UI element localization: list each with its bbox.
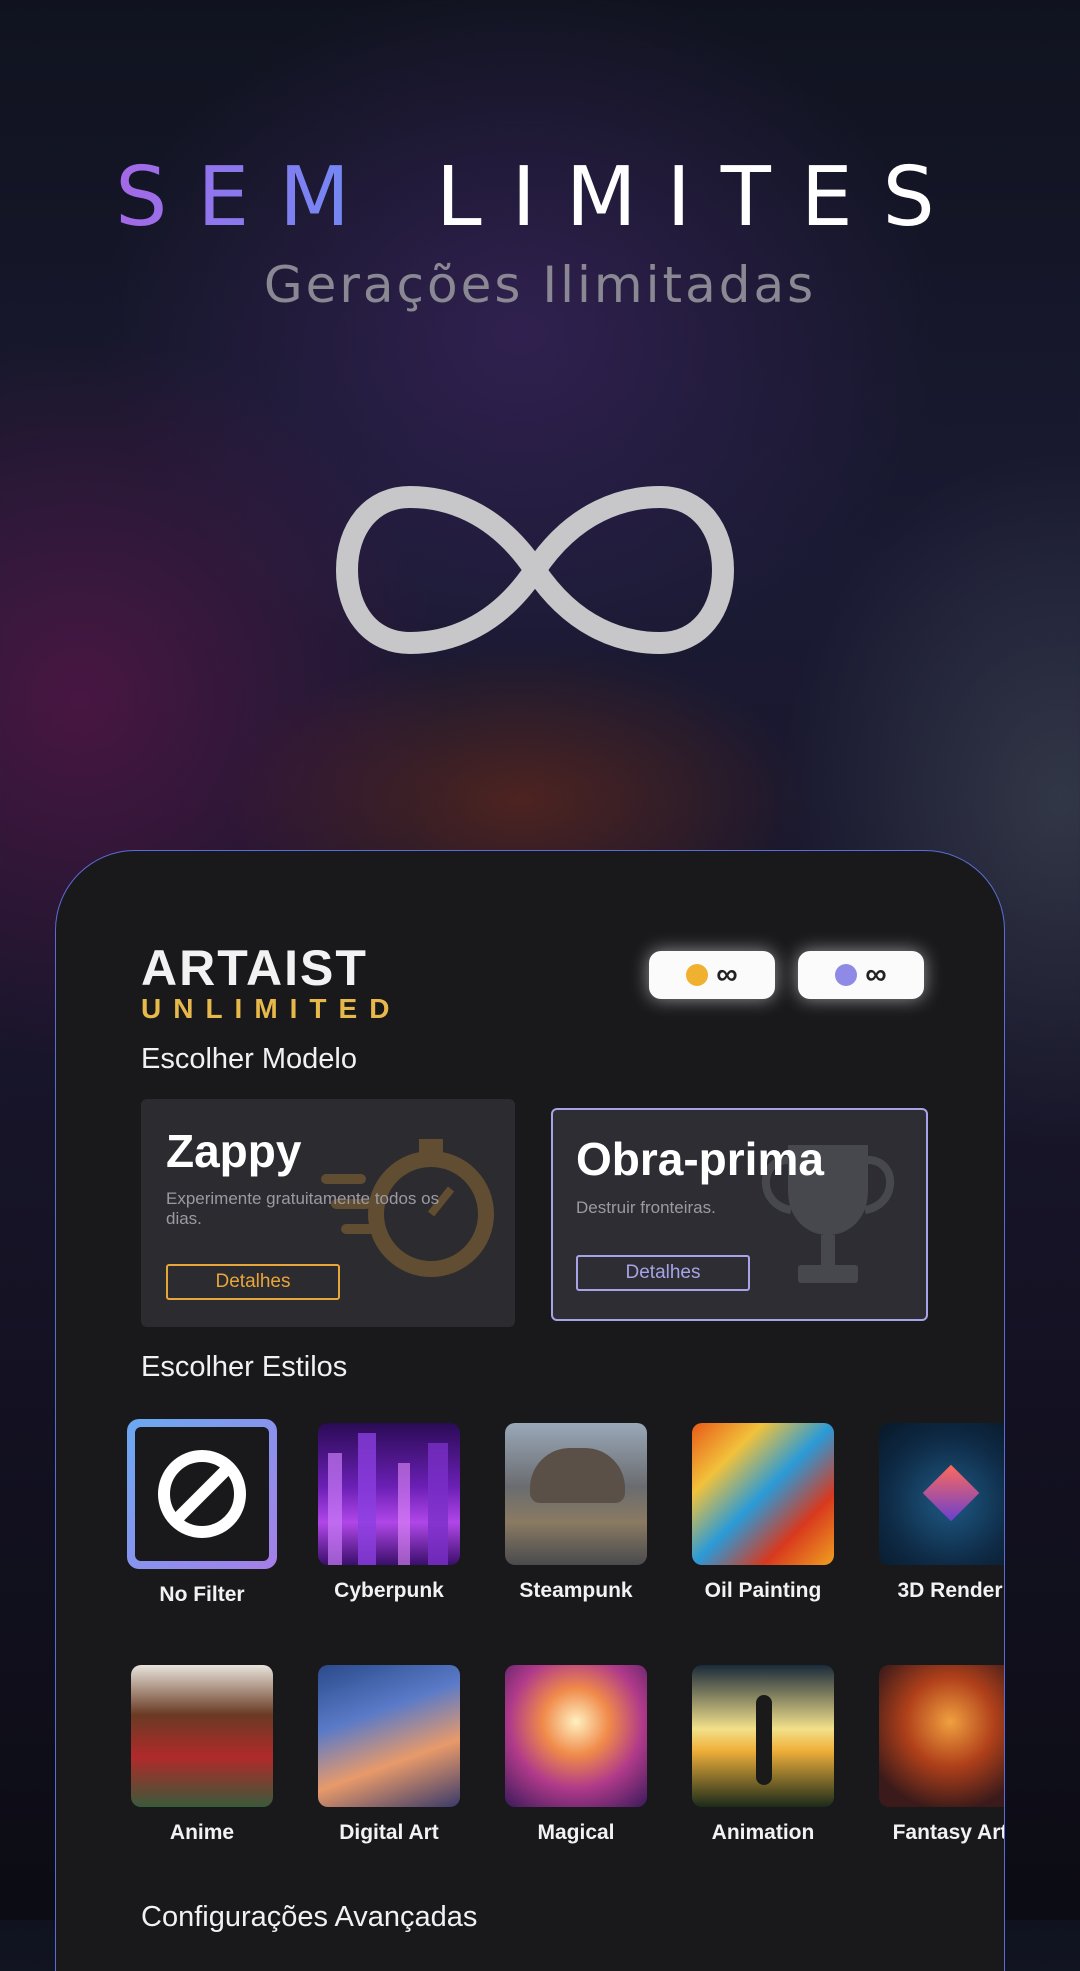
style-label: 3D Render xyxy=(897,1579,1003,1602)
oil-painting-thumbnail xyxy=(692,1423,834,1565)
choose-styles-title: Escolher Estilos xyxy=(141,1351,348,1383)
style-fantasy-art[interactable]: Fantasy Art xyxy=(875,1665,1005,1845)
style-anime[interactable]: Anime xyxy=(127,1665,277,1845)
model-name: Obra-prima xyxy=(576,1133,824,1185)
digital-art-thumbnail xyxy=(318,1665,460,1807)
style-3d-render[interactable]: 3D Render xyxy=(875,1423,1004,1603)
advanced-settings-title: Configurações Avançadas xyxy=(141,1901,478,1933)
style-label: Cyberpunk xyxy=(334,1579,444,1602)
style-steampunk[interactable]: Steampunk xyxy=(501,1423,651,1603)
app-panel: ARTAIST UNLIMITED ∞ ∞ Escolher Modelo Za… xyxy=(55,850,1005,1971)
anime-thumbnail xyxy=(131,1665,273,1807)
model-card-zappy[interactable]: Zappy Experimente gratuitamente todos os… xyxy=(141,1099,515,1327)
no-filter-icon xyxy=(158,1450,246,1538)
magical-thumbnail xyxy=(505,1665,647,1807)
3d-render-thumbnail xyxy=(879,1423,1004,1565)
zappy-details-button[interactable]: Detalhes xyxy=(166,1264,340,1300)
style-label: Anime xyxy=(169,1821,235,1844)
hero-title-rest: LIMITES xyxy=(435,150,965,245)
hero-subtitle: Gerações Ilimitadas xyxy=(263,256,817,314)
style-cyberpunk[interactable]: Cyberpunk xyxy=(314,1423,464,1603)
obra-prima-details-button[interactable]: Detalhes xyxy=(576,1255,750,1291)
steampunk-thumbnail xyxy=(505,1423,647,1565)
credit-pill-standard[interactable]: ∞ xyxy=(649,951,775,999)
logo-tagline: UNLIMITED xyxy=(141,993,402,1024)
style-magical[interactable]: Magical xyxy=(501,1665,651,1845)
style-oil-painting[interactable]: Oil Painting xyxy=(688,1423,838,1603)
style-label: Animation xyxy=(711,1821,815,1844)
credit-value: ∞ xyxy=(865,958,887,991)
model-name: Zappy xyxy=(166,1125,302,1177)
style-label: Magical xyxy=(537,1821,615,1844)
style-label: Fantasy Art xyxy=(892,1821,1005,1844)
style-animation[interactable]: Animation xyxy=(688,1665,838,1845)
model-description: Experimente gratuitamente todos os dias. xyxy=(166,1189,440,1228)
violet-coin-icon xyxy=(835,964,858,986)
style-label: Oil Painting xyxy=(704,1579,822,1602)
model-description: Destruir fronteiras. xyxy=(576,1198,716,1217)
animation-thumbnail xyxy=(692,1665,834,1807)
hero-title: SEM LIMITES xyxy=(0,150,1080,245)
gold-coin-icon xyxy=(686,964,709,986)
style-label: No Filter xyxy=(159,1583,245,1606)
fantasy-art-thumbnail xyxy=(879,1665,1004,1807)
app-logo: ARTAIST UNLIMITED xyxy=(141,939,401,1025)
infinity-icon xyxy=(335,485,735,655)
logo-wordmark: ARTAIST xyxy=(141,940,368,996)
style-no-filter[interactable]: No Filter xyxy=(127,1419,277,1607)
style-thumbnail-selected xyxy=(127,1419,277,1569)
choose-model-title: Escolher Modelo xyxy=(141,1043,357,1075)
style-label: Steampunk xyxy=(519,1579,633,1602)
style-label: Digital Art xyxy=(339,1821,439,1844)
credit-pill-premium[interactable]: ∞ xyxy=(798,951,924,999)
cyberpunk-thumbnail xyxy=(318,1423,460,1565)
hero-title-accent: SEM xyxy=(115,150,380,245)
model-card-obra-prima[interactable]: Obra-prima Destruir fronteiras. Detalhes xyxy=(551,1108,928,1321)
style-digital-art[interactable]: Digital Art xyxy=(314,1665,464,1845)
credit-value: ∞ xyxy=(716,958,738,991)
